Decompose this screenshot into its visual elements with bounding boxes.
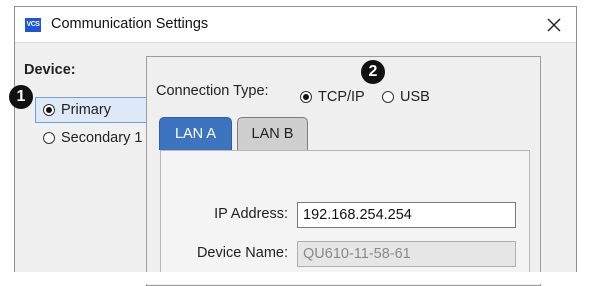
device-name-label: Device Name: (196, 245, 288, 261)
tab-lan-b[interactable]: LAN B (237, 117, 308, 150)
connection-option-usb[interactable]: USB (382, 89, 430, 105)
connection-type-label: Connection Type: (156, 83, 269, 99)
close-button[interactable] (532, 7, 576, 42)
device-option-secondary-1[interactable]: Secondary 1 (43, 130, 142, 146)
connection-option-label: USB (400, 89, 430, 105)
device-option-label: Primary (61, 102, 111, 118)
dialog-title: Communication Settings (51, 16, 209, 32)
ip-address-input[interactable] (297, 202, 516, 228)
page-background-strip (0, 272, 592, 284)
tab-label: LAN A (174, 126, 217, 142)
connection-option-tcpip[interactable]: TCP/IP (300, 89, 365, 105)
radio-unchecked-icon (43, 132, 55, 144)
title-bar: VCS Communication Settings (15, 7, 576, 43)
device-option-primary[interactable]: Primary (35, 97, 151, 123)
connection-option-label: TCP/IP (318, 89, 365, 105)
device-option-label: Secondary 1 (61, 130, 143, 146)
ip-address-label: IP Address: (214, 206, 288, 222)
callout-badge-2: 2 (361, 60, 385, 84)
radio-checked-icon (43, 104, 55, 116)
tab-label: LAN B (251, 126, 294, 142)
close-icon (547, 18, 561, 31)
radio-checked-icon (300, 91, 312, 103)
app-logo-icon: VCS (25, 18, 41, 32)
tab-lan-a[interactable]: LAN A (159, 117, 232, 150)
radio-unchecked-icon (382, 91, 394, 103)
device-label: Device: (24, 62, 76, 78)
callout-badge-1: 1 (9, 85, 33, 109)
device-name-input (297, 241, 516, 267)
